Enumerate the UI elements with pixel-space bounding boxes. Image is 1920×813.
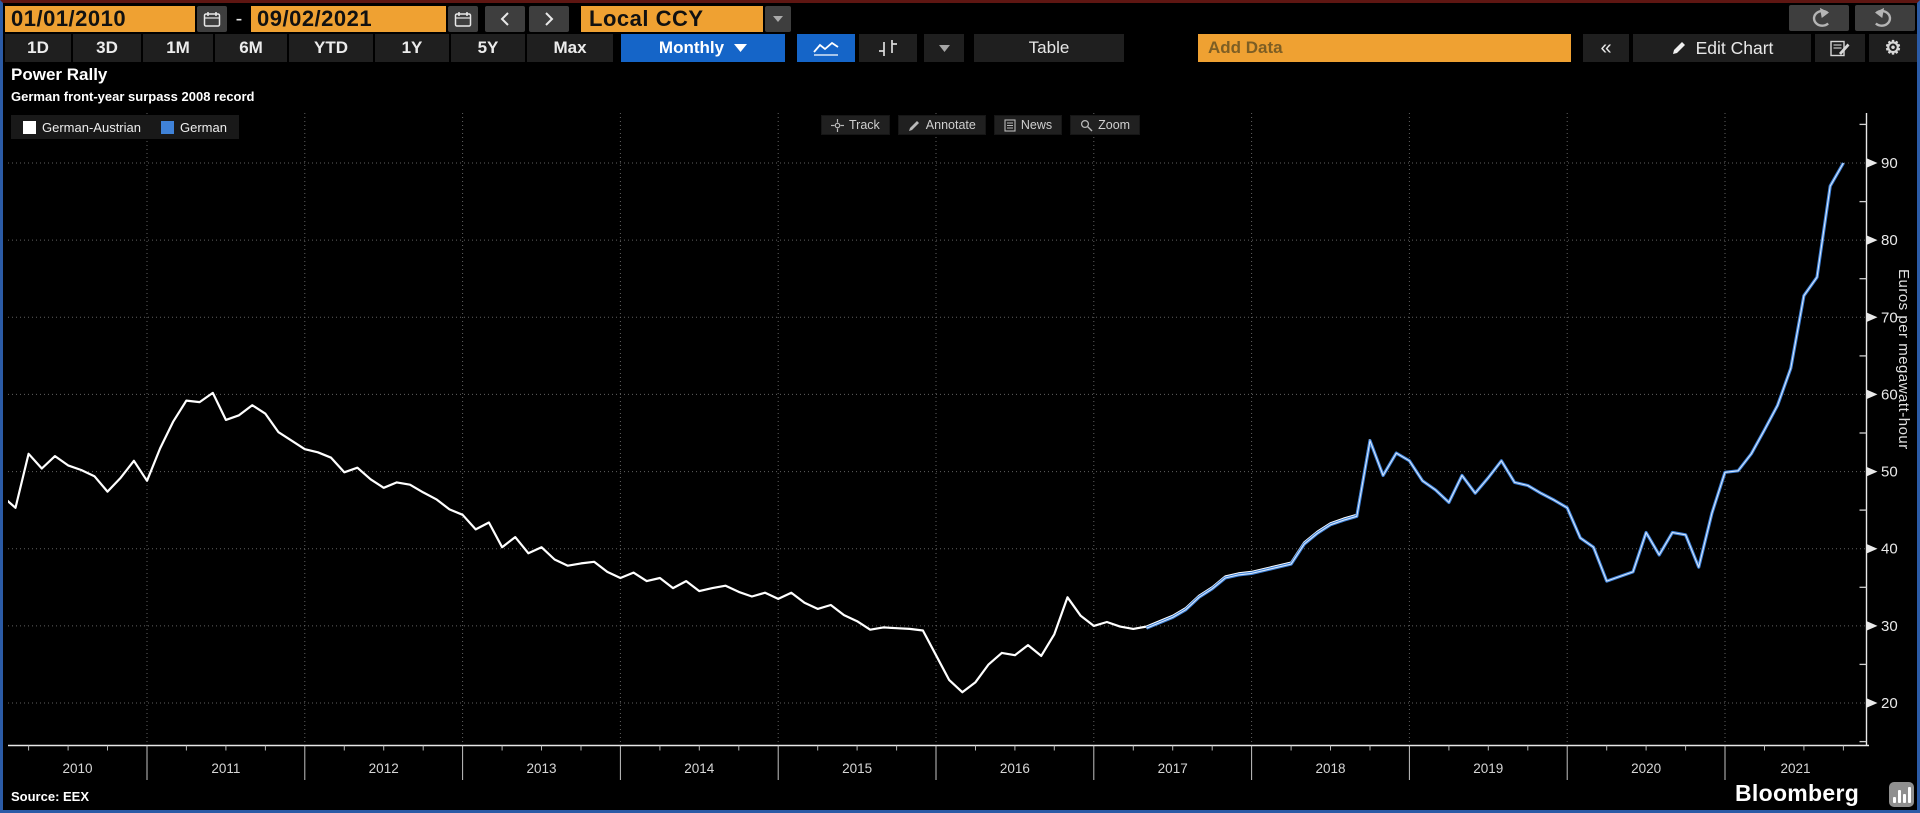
y-axis-arrow <box>1866 543 1878 554</box>
tool-label: Annotate <box>925 118 976 132</box>
pencil-icon <box>908 119 921 132</box>
x-axis-label: 2015 <box>842 761 872 776</box>
news-button[interactable]: News <box>993 115 1063 135</box>
magnifier-icon <box>1080 119 1093 132</box>
y-axis-arrow <box>1866 235 1878 246</box>
chart-tools-bar: Track Annotate News Zoom <box>821 115 1141 135</box>
y-axis-arrow <box>1866 698 1878 708</box>
tool-label: Zoom <box>1098 118 1131 132</box>
bloomberg-logo: Bloomberg <box>1735 780 1860 806</box>
y-axis-arrow <box>1866 158 1878 168</box>
zoom-button[interactable]: Zoom <box>1070 115 1141 135</box>
series-german-line-core <box>1146 162 1844 629</box>
y-axis-label: 90 <box>1881 155 1898 172</box>
y-axis-label: 20 <box>1881 695 1898 712</box>
chart-series <box>8 162 1845 694</box>
x-axis-label: 2011 <box>211 761 240 776</box>
legend-swatch <box>160 120 174 134</box>
x-axis-label: 2016 <box>1000 761 1030 776</box>
x-axis-label: 2012 <box>369 761 399 776</box>
legend-item-german-austrian[interactable]: German-Austrian <box>23 120 141 135</box>
x-axis-label: 2010 <box>62 761 92 776</box>
y-axis-label: 40 <box>1881 541 1898 558</box>
y-axis-arrow <box>1866 389 1878 400</box>
tool-label: News <box>1020 118 1053 132</box>
bloomberg-chart-icon <box>1889 782 1914 807</box>
annotate-button[interactable]: Annotate <box>897 115 986 135</box>
series-german-line <box>1145 162 1845 630</box>
legend-label: German <box>179 119 227 135</box>
y-axis-arrow <box>1866 312 1878 323</box>
x-axis-label: 2020 <box>1631 761 1661 776</box>
y-axis-arrow <box>1866 466 1878 477</box>
chart-legend: German-Austrian German <box>11 115 239 139</box>
x-axis-label: 2013 <box>526 761 556 776</box>
y-axis-label: 80 <box>1881 232 1898 249</box>
y-axis-label: 30 <box>1881 618 1898 635</box>
gridlines <box>8 113 1866 746</box>
crosshair-icon <box>831 118 844 132</box>
news-icon <box>1004 118 1016 132</box>
x-axis-label: 2021 <box>1780 761 1810 776</box>
x-axis-label: 2014 <box>684 761 715 776</box>
tool-label: Track <box>849 118 880 132</box>
y-axis-arrow <box>1866 620 1878 631</box>
source-label: Source: EEX <box>11 789 90 804</box>
x-axis-label: 2017 <box>1158 761 1188 776</box>
legend-swatch <box>23 120 36 134</box>
x-axis-label: 2019 <box>1473 761 1503 776</box>
x-axis-label: 2018 <box>1315 761 1345 776</box>
legend-item-german[interactable]: German <box>160 119 227 135</box>
track-button[interactable]: Track <box>821 115 890 135</box>
y-axis-label: 50 <box>1881 464 1898 481</box>
legend-label: German-Austrian <box>42 119 141 135</box>
y-axis-title: Euros per megawatt-hour <box>1895 269 1912 450</box>
bloomberg-terminal-window: 01/01/2010 - 09/02/2021 Local CCY 1D 3D … <box>0 0 1920 813</box>
series-german-austrian-line <box>8 391 1372 694</box>
axes: 20304050607080902010 2011 2012 2013 2014 2015… <box>8 113 1898 780</box>
